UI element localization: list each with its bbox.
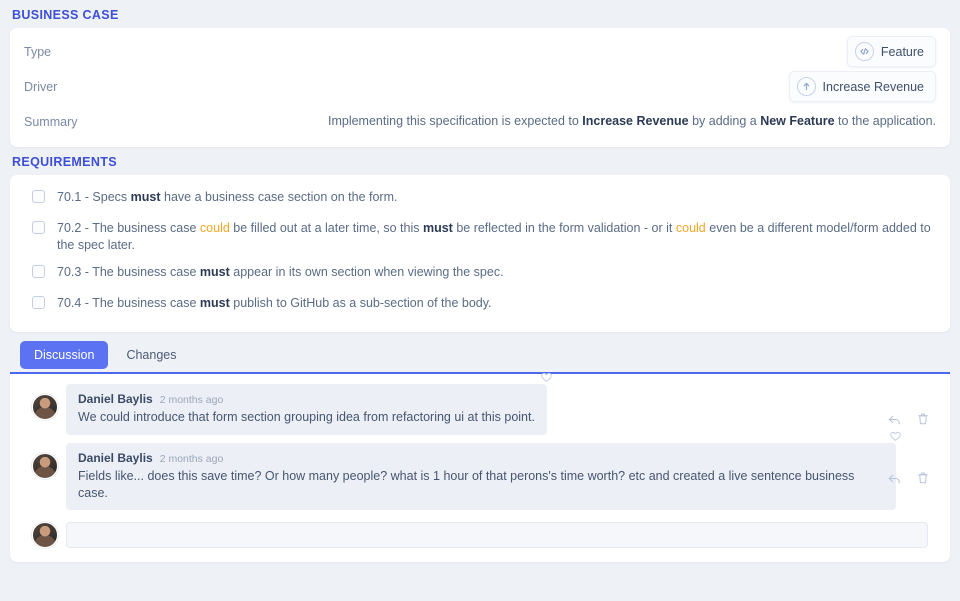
tab-discussion[interactable]: Discussion [20,341,108,369]
requirements-heading: REQUIREMENTS [10,147,950,175]
comment-timestamp: 2 months ago [160,394,224,406]
composer-avatar [32,522,58,548]
requirement-text-part: 70.2 - The business case [57,221,200,235]
requirement-keyword-could: could [676,221,706,235]
comment-timestamp: 2 months ago [160,453,224,465]
comment-list: Daniel Baylis 2 months ago We could introd… [22,384,938,511]
requirement-checkbox[interactable] [32,296,45,309]
requirement-text: 70.4 - The business case must publish to… [57,295,492,312]
delete-icon[interactable] [916,471,930,486]
reply-icon[interactable] [887,471,902,486]
heart-icon[interactable] [540,371,553,384]
requirement-keyword-must: must [200,296,230,310]
summary-middle: by adding a [689,114,761,128]
requirement-keyword-must: must [423,221,453,235]
summary-strong-driver: Increase Revenue [582,114,688,128]
comment-bubble-wrapper: Daniel Baylis 2 months ago We could introd… [66,384,547,435]
page-root: BUSINESS CASE Type Feature [0,0,960,601]
requirement-row: 70.2 - The business case could be filled… [24,215,936,259]
comment-author: Daniel Baylis [78,392,153,406]
requirements-list: 70.1 - Specs must have a business case s… [10,175,950,332]
requirement-row: 70.1 - Specs must have a business case s… [24,184,936,215]
requirement-text-part: appear in its own section when viewing t… [230,265,504,279]
avatar [32,453,58,479]
requirement-text: 70.2 - The business case could be filled… [57,220,936,254]
comment-bubble: Daniel Baylis 2 months ago We could introd… [66,384,547,435]
type-value: Feature [847,36,936,67]
business-case-heading: BUSINESS CASE [10,0,950,28]
business-case-row-driver: Driver Increase Revenue [24,69,936,104]
requirement-checkbox[interactable] [32,265,45,278]
business-case-row-summary: Summary Implementing this specification … [24,104,936,139]
comment-input[interactable] [66,522,928,548]
code-icon [855,42,874,61]
tab-changes[interactable]: Changes [112,341,190,369]
comment-body: We could introduce that form section gro… [78,409,535,426]
avatar [32,394,58,420]
type-label: Type [24,45,51,59]
requirement-text-part: be filled out at a later time, so this [230,221,423,235]
requirement-text: 70.3 - The business case must appear in … [57,264,504,281]
delete-icon[interactable] [916,412,930,427]
requirement-text-part: be reflected in the form validation - or… [453,221,676,235]
driver-badge[interactable]: Increase Revenue [789,71,936,102]
reply-icon[interactable] [887,412,902,427]
arrow-up-icon [797,77,816,96]
comment-body: Fields like... does this save time? Or h… [78,468,884,502]
tab-bar: DiscussionChanges [10,332,950,369]
summary-label: Summary [24,115,77,129]
summary-prefix: Implementing this specification is expec… [328,114,582,128]
comment-bubble-wrapper: Daniel Baylis 2 months ago Fields like... … [66,443,896,511]
business-case-body: Type Feature Drive [10,28,950,147]
driver-value: Increase Revenue [789,71,936,102]
requirement-checkbox[interactable] [32,190,45,203]
comment-header: Daniel Baylis 2 months ago [78,451,884,465]
requirement-text-part: 70.4 - The business case [57,296,200,310]
requirement-checkbox[interactable] [32,221,45,234]
requirement-text-part: 70.3 - The business case [57,265,200,279]
comment-author: Daniel Baylis [78,451,153,465]
requirement-text-part: have a business case section on the form… [161,190,398,204]
type-badge-label: Feature [881,45,924,59]
requirement-text-part: 70.1 - Specs [57,190,131,204]
requirement-row: 70.3 - The business case must appear in … [24,259,936,290]
requirement-keyword-must: must [131,190,161,204]
summary-text: Implementing this specification is expec… [328,112,936,131]
driver-label: Driver [24,80,57,94]
comment-bubble: Daniel Baylis 2 months ago Fields like... … [66,443,896,511]
type-badge[interactable]: Feature [847,36,936,67]
business-case-card: Type Feature Drive [10,28,950,147]
requirement-keyword-must: must [200,265,230,279]
requirement-row: 70.4 - The business case must publish to… [24,290,936,321]
business-case-row-type: Type Feature [24,34,936,69]
comment-header: Daniel Baylis 2 months ago [78,392,535,406]
heart-icon[interactable] [889,430,902,443]
requirement-text: 70.1 - Specs must have a business case s… [57,189,397,206]
comment-actions [887,412,930,427]
driver-badge-label: Increase Revenue [823,80,924,94]
comment-composer [22,522,938,548]
discussion-panel: Daniel Baylis 2 months ago We could introd… [10,372,950,563]
summary-strong-type: New Feature [760,114,834,128]
requirement-text-part: publish to GitHub as a sub-section of th… [230,296,492,310]
comment: Daniel Baylis 2 months ago Fields like... … [22,443,938,511]
comment: Daniel Baylis 2 months ago We could introd… [22,384,938,435]
requirement-keyword-could: could [200,221,230,235]
summary-suffix: to the application. [835,114,936,128]
requirements-card: 70.1 - Specs must have a business case s… [10,175,950,332]
comment-actions [887,471,930,486]
